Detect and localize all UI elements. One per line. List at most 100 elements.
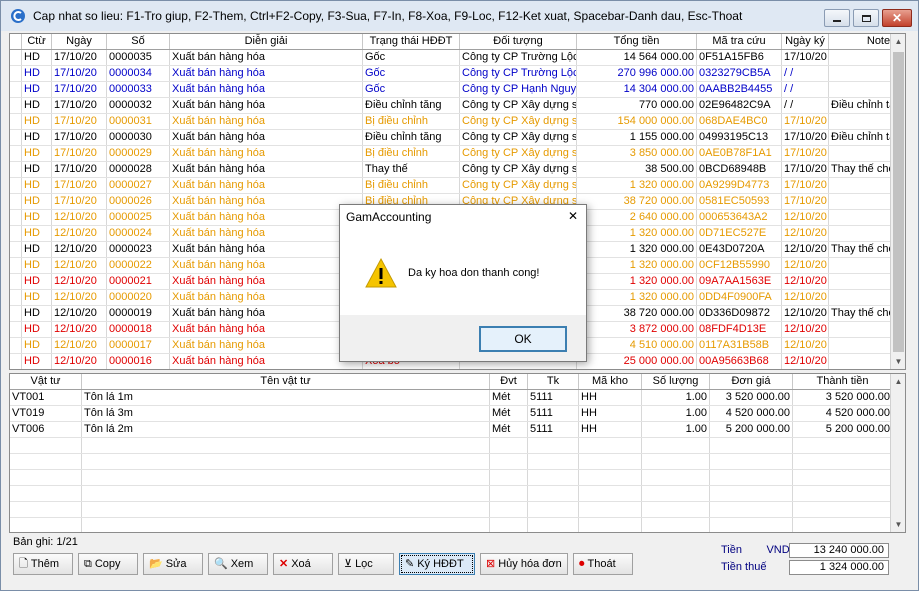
detail-row[interactable] [10, 470, 905, 486]
copy-button[interactable]: ⧉ Copy [78, 553, 138, 575]
minimize-icon [833, 20, 841, 22]
row-indicator[interactable] [10, 322, 22, 337]
column-header-qty-col[interactable]: Số lượng [642, 374, 710, 389]
cell-customer-col: Công ty CP Trường Lộc [462, 50, 577, 65]
column-header-item-code-col[interactable]: Vật tư [10, 374, 82, 389]
detail-row[interactable] [10, 518, 905, 532]
view-button[interactable]: 🔍 Xem [208, 553, 268, 575]
detail-scrollbar[interactable]: ▲ ▼ [890, 374, 905, 532]
column-header-date-col[interactable]: Ngày [52, 34, 107, 49]
cell-lookup-col: 0F51A15FB6 [697, 50, 782, 65]
column-header-amount-col[interactable]: Thành tiền [793, 374, 893, 389]
row-indicator[interactable] [10, 50, 22, 65]
scroll-up-icon[interactable]: ▲ [891, 374, 905, 389]
row-indicator[interactable] [10, 66, 22, 81]
cell-price-col [710, 502, 793, 517]
row-indicator[interactable] [10, 130, 22, 145]
detail-row[interactable]: VT019 Tôn lá 3m Mét 5111 HH 1.00 4 520 000.00 4… [10, 406, 905, 422]
dialog-footer: OK [340, 315, 586, 361]
table-row[interactable]: HD 17/10/20 0000033 Xuất bán hàng hóa Gốc Côn… [10, 82, 905, 98]
table-row[interactable]: HD 17/10/20 0000032 Xuất bán hàng hóa Điều c… [10, 98, 905, 114]
column-header-unit-col[interactable]: Đvt [490, 374, 528, 389]
cell-description-col: Xuất bán hàng hóa [170, 210, 363, 225]
row-indicator[interactable] [10, 354, 22, 369]
scroll-thumb[interactable] [893, 52, 904, 352]
detail-row[interactable] [10, 502, 905, 518]
scroll-down-icon[interactable]: ▼ [891, 517, 905, 532]
row-indicator[interactable] [10, 114, 22, 129]
table-row[interactable]: HD 17/10/20 0000029 Xuất bán hàng hóa Bị điề… [10, 146, 905, 162]
row-indicator[interactable] [10, 338, 22, 353]
minimize-button[interactable] [824, 9, 850, 27]
cell-description-col: Xuất bán hàng hóa [170, 322, 363, 337]
grid-header: Ctừ Ngày Số Diễn giải Trạng thái HĐĐT Đối tượ… [10, 34, 905, 50]
cell-description-col: Xuất bán hàng hóa [170, 98, 363, 113]
detail-row[interactable] [10, 486, 905, 502]
cell-unit-col [490, 518, 528, 532]
row-indicator[interactable] [10, 146, 22, 161]
row-indicator[interactable] [10, 82, 22, 97]
detail-row[interactable]: VT001 Tôn lá 1m Mét 5111 HH 1.00 3 520 000.00 3… [10, 390, 905, 406]
column-header-description-col[interactable]: Diễn giải [170, 34, 363, 49]
delete-button[interactable]: ✕ Xoá [273, 553, 333, 575]
row-indicator[interactable] [10, 242, 22, 257]
column-header-warehouse-col[interactable]: Mã kho [579, 374, 642, 389]
column-header-signed-date-col[interactable]: Ngày ký [782, 34, 829, 49]
detail-row[interactable]: VT006 Tôn lá 2m Mét 5111 HH 1.00 5 200 000.00 5… [10, 422, 905, 438]
close-button[interactable]: ✕ [882, 9, 912, 27]
table-row[interactable]: HD 17/10/20 0000028 Xuất bán hàng hóa Thay t… [10, 162, 905, 178]
row-indicator[interactable] [10, 178, 22, 193]
cell-number-col: 0000028 [107, 162, 170, 177]
row-indicator[interactable] [10, 306, 22, 321]
row-indicator[interactable] [10, 258, 22, 273]
row-indicator[interactable] [10, 194, 22, 209]
row-indicator[interactable] [10, 290, 22, 305]
detail-row[interactable] [10, 438, 905, 454]
cell-qty-col [642, 454, 710, 469]
cell-item-name-col [82, 470, 490, 485]
column-header-status-col[interactable]: Trạng thái HĐĐT [363, 34, 460, 49]
row-indicator[interactable] [10, 98, 22, 113]
table-row[interactable]: HD 17/10/20 0000031 Xuất bán hàng hóa Bị điề… [10, 114, 905, 130]
detail-grid[interactable]: Vật tư Tên vật tư Đvt Tk Mã kho Số lượng Đơn g… [9, 373, 906, 533]
column-header-lookup-col[interactable]: Mã tra cứu [697, 34, 782, 49]
detail-row[interactable] [10, 454, 905, 470]
cell-item-name-col: Tôn lá 2m [82, 422, 490, 437]
table-row[interactable]: HD 17/10/20 0000034 Xuất bán hàng hóa Gốc Côn… [10, 66, 905, 82]
cell-warehouse-col [579, 502, 642, 517]
cell-lookup-col: 02E96482C9A [697, 98, 782, 113]
table-row[interactable]: HD 17/10/20 0000035 Xuất bán hàng hóa Gốc Côn… [10, 50, 905, 66]
cell-customer-col: Công ty CP Xây dựng số 1 [462, 98, 577, 113]
table-row[interactable]: HD 17/10/20 0000027 Xuất bán hàng hóa Bị điề… [10, 178, 905, 194]
cell-number-col: 0000030 [107, 130, 170, 145]
scroll-down-icon[interactable]: ▼ [891, 354, 905, 369]
column-header-customer-col[interactable]: Đối tượng [460, 34, 577, 49]
edit-button[interactable]: 📂 Sửa [143, 553, 203, 575]
row-indicator[interactable] [10, 210, 22, 225]
exit-button[interactable]: ⏺ Thoát [573, 553, 633, 575]
column-header-total-col[interactable]: Tổng tiền [577, 34, 697, 49]
cancel-invoice-button[interactable]: ⊠ Hủy hóa đơn [480, 553, 568, 575]
column-header-ctu-col[interactable]: Ctừ [22, 34, 52, 49]
cell-unit-col [490, 454, 528, 469]
column-header-number-col[interactable]: Số [107, 34, 170, 49]
column-header-price-col[interactable]: Đơn giá [710, 374, 793, 389]
row-indicator[interactable] [10, 274, 22, 289]
scroll-up-icon[interactable]: ▲ [891, 34, 905, 49]
cell-item-name-col [82, 454, 490, 469]
row-indicator[interactable] [10, 162, 22, 177]
add-button[interactable]: 🗋 Thêm [13, 553, 73, 575]
filter-button[interactable]: ⊻ Lọc [338, 553, 394, 575]
grid-scrollbar[interactable]: ▲ ▼ [890, 34, 905, 369]
ok-button[interactable]: OK [479, 326, 567, 352]
sign-einvoice-button[interactable]: ✎ Ký HĐĐT [399, 553, 475, 575]
column-header-account-col[interactable]: Tk [528, 374, 579, 389]
cell-number-col: 0000020 [107, 290, 170, 305]
maximize-button[interactable] [853, 9, 879, 27]
cell-warehouse-col [579, 486, 642, 501]
column-header-item-name-col[interactable]: Tên vật tư [82, 374, 490, 389]
table-row[interactable]: HD 17/10/20 0000030 Xuất bán hàng hóa Điều c… [10, 130, 905, 146]
row-indicator[interactable] [10, 226, 22, 241]
cell-lookup-col: 0E43D0720A [697, 242, 782, 257]
dialog-close-icon[interactable]: ✕ [568, 209, 578, 223]
